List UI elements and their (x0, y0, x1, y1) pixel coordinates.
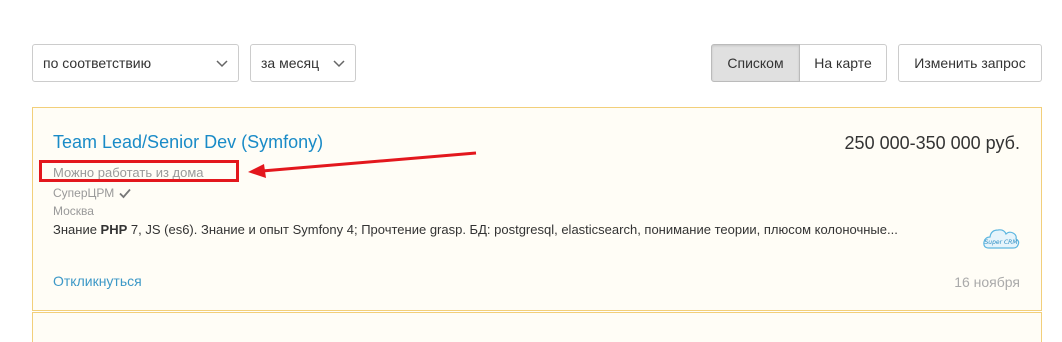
description-text-rest: 7, JS (es6). Знание и опыт Symfony 4; Пр… (127, 222, 898, 237)
vacancy-date: 16 ноября (954, 274, 1020, 290)
verified-check-icon (119, 188, 131, 199)
vacancy-card: Team Lead/Senior Dev (Symfony) 250 000-3… (32, 107, 1042, 311)
employer-link[interactable]: СуперЦРМ (53, 186, 132, 200)
vacancy-description: Знание PHP 7, JS (es6). Знание и опыт Sy… (53, 222, 983, 237)
view-map-button[interactable]: На карте (800, 44, 887, 82)
annotation-arrow-icon (248, 151, 477, 178)
logo-text: Super CRM (984, 239, 1018, 246)
period-select[interactable]: за месяц (250, 44, 356, 82)
annotation-highlight-box (39, 160, 239, 182)
description-text-start: Знание (53, 222, 101, 237)
page-heading-cut-off (32, 0, 192, 4)
description-bold-php: PHP (100, 222, 128, 237)
view-toggle: Списком На карте (711, 44, 887, 82)
edit-query-button[interactable]: Изменить запрос (898, 44, 1042, 82)
vacancy-city: Москва (53, 204, 94, 218)
sort-select[interactable]: по соответствию (32, 44, 239, 82)
chevron-down-icon (333, 60, 345, 68)
chevron-down-icon (216, 60, 228, 68)
page-header-area (0, 0, 1062, 30)
company-logo-icon[interactable]: Super CRM (981, 224, 1021, 254)
employer-name: СуперЦРМ (53, 186, 115, 200)
period-select-value: за месяц (261, 55, 320, 71)
respond-link[interactable]: Откликнуться (53, 273, 142, 289)
view-list-button[interactable]: Списком (711, 44, 800, 82)
vacancy-salary: 250 000-350 000 руб. (844, 133, 1020, 153)
next-vacancy-card (32, 312, 1042, 342)
sort-select-value: по соответствию (43, 55, 152, 71)
